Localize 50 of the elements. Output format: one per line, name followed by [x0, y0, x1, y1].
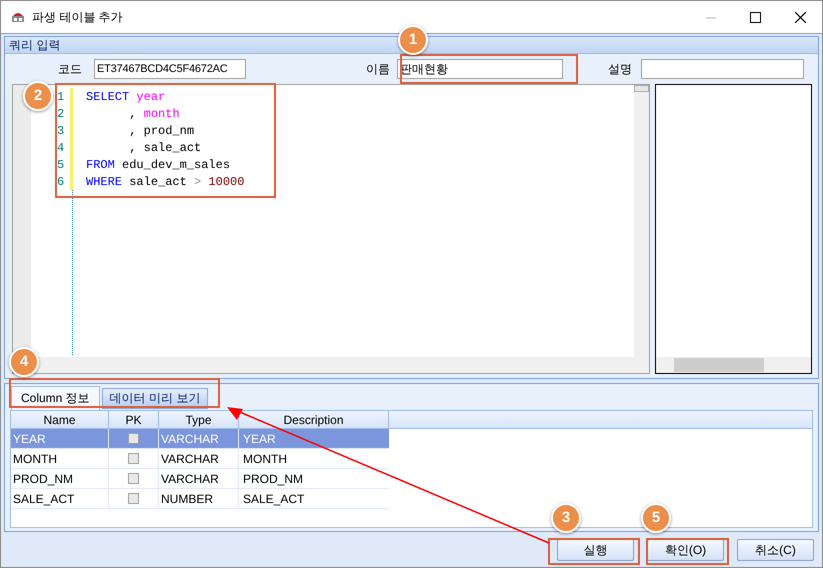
maximize-icon[interactable] — [750, 12, 761, 22]
table-cell: PROD_NM — [11, 468, 109, 488]
code-line: SELECT year — [86, 88, 166, 106]
table-row[interactable]: PROD_NM VARCHAR PROD_NM — [11, 468, 389, 489]
checkbox[interactable] — [128, 452, 139, 464]
table-cell-text: YEAR — [242, 430, 277, 448]
window-title: 파생 테이블 추가 — [32, 9, 123, 26]
table-cell: SALE_ACT — [11, 488, 109, 508]
dialog-button[interactable]: 취소(C) — [737, 539, 814, 562]
table-cell: VARCHAR — [159, 428, 239, 448]
code-line: WHERE sale_act > 10000 — [86, 174, 244, 190]
table-cell-text: MONTH — [242, 450, 288, 468]
table-row[interactable]: MONTH VARCHAR MONTH — [11, 448, 389, 469]
tab[interactable]: 데이터 미리 보기 — [102, 388, 208, 409]
dialog-button[interactable]: 실행 — [557, 539, 634, 562]
tab[interactable]: Column 정보 — [11, 386, 100, 410]
field-label: 설명 — [607, 61, 633, 78]
close-icon[interactable] — [795, 12, 806, 22]
panel-title: 쿼리 입력 — [9, 37, 60, 54]
field-label: 코드 — [57, 61, 83, 78]
table-cell: VARCHAR — [159, 448, 239, 468]
table-cell: MONTH — [11, 448, 109, 468]
table-cell: VARCHAR — [159, 468, 239, 488]
code-line: , sale_act — [128, 140, 202, 156]
table-cell: NUMBER — [159, 488, 239, 508]
field-label: 이름 — [365, 61, 391, 78]
table-cell: YEAR — [11, 428, 109, 448]
table-cell-text: SALE_ACT — [242, 490, 306, 508]
code-line: , prod_nm — [128, 122, 194, 140]
text-field[interactable]: ET37467BCD4C5F4672AC — [94, 59, 246, 79]
checkbox[interactable] — [128, 492, 139, 504]
table-cell-text: PROD_NM — [242, 470, 304, 488]
column-header[interactable]: PK — [109, 410, 159, 428]
text-field[interactable] — [641, 59, 804, 79]
line-number: 5 — [57, 156, 66, 174]
dialog-button[interactable]: 확인(O) — [647, 539, 724, 562]
horizontal-scrollbar[interactable] — [656, 357, 811, 373]
line-number: 2 — [57, 106, 66, 122]
text-field[interactable]: 판매현황 — [397, 59, 563, 79]
vertical-scrollbar[interactable] — [634, 85, 649, 357]
checkbox[interactable] — [128, 432, 139, 444]
table-row[interactable]: SALE_ACT NUMBER SALE_ACT — [11, 488, 389, 509]
checkbox[interactable] — [128, 472, 139, 484]
line-number: 3 — [57, 122, 66, 140]
code-line: FROM edu_dev_m_sales — [86, 156, 230, 174]
line-number: 6 — [57, 174, 66, 190]
column-header[interactable]: Name — [11, 410, 109, 428]
code-line: , month — [128, 106, 180, 122]
line-number: 4 — [57, 140, 66, 156]
line-number: 1 — [57, 88, 66, 106]
